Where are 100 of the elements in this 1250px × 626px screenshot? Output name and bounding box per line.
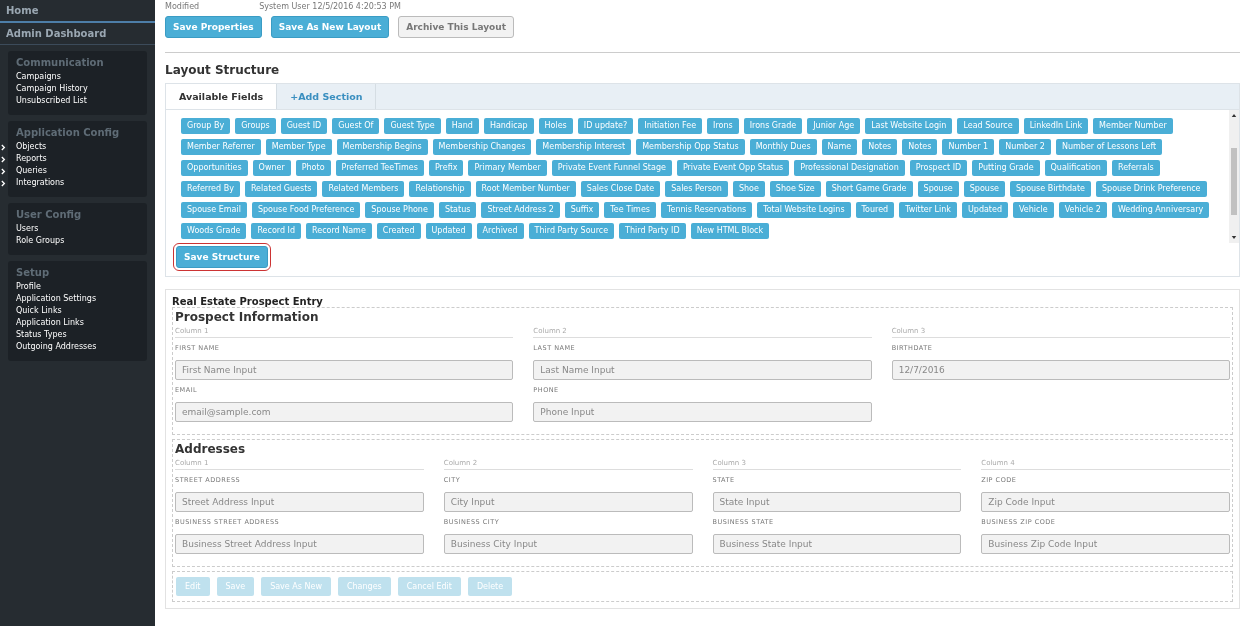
field-chip[interactable]: Sales Close Date: [580, 181, 661, 197]
scrollbar[interactable]: [1229, 110, 1239, 243]
toolbar-button[interactable]: Save As New Layout: [270, 16, 390, 38]
field-chip[interactable]: Related Guests: [244, 181, 318, 197]
field-chip[interactable]: Third Party Source: [528, 223, 615, 239]
field-chip[interactable]: Wedding Anniversary: [1111, 202, 1210, 218]
field-chip[interactable]: Guest Of: [332, 118, 380, 134]
field-chip[interactable]: Group By: [181, 118, 231, 134]
scroll-up-icon[interactable]: [1231, 113, 1237, 118]
tab[interactable]: Available Fields: [166, 84, 278, 109]
toolbar-button[interactable]: Save Properties: [165, 16, 262, 38]
field-chip[interactable]: Updated: [961, 202, 1008, 218]
field-chip[interactable]: Spouse: [917, 181, 959, 197]
field-chip[interactable]: Archived: [476, 223, 524, 239]
field-chip[interactable]: Toured: [855, 202, 895, 218]
field-chip[interactable]: Notes: [862, 139, 898, 155]
field-chip[interactable]: Spouse Birthdate: [1010, 181, 1091, 197]
field-chip[interactable]: Spouse Email: [181, 202, 247, 218]
field-chip[interactable]: Referrals: [1111, 160, 1160, 176]
field-chip[interactable]: Qualification: [1044, 160, 1107, 176]
field-chip[interactable]: ID update?: [577, 118, 634, 134]
field-chip[interactable]: Twitter Link: [899, 202, 957, 218]
field-chip[interactable]: Related Members: [322, 181, 405, 197]
field-chip[interactable]: Junior Age: [807, 118, 861, 134]
field-chip[interactable]: Prospect ID: [909, 160, 968, 176]
field-chip[interactable]: LinkedIn Link: [1023, 118, 1089, 134]
field-chip[interactable]: Spouse: [963, 181, 1005, 197]
field-chip[interactable]: Member Type: [265, 139, 332, 155]
field-chip[interactable]: Hand: [445, 118, 479, 134]
field-chip[interactable]: Member Referrer: [181, 139, 261, 155]
field-chip[interactable]: Suffix: [564, 202, 600, 218]
field-chip[interactable]: Record Name: [306, 223, 372, 239]
field-chip[interactable]: Membership Begins: [336, 139, 428, 155]
field-chip[interactable]: Third Party ID: [619, 223, 686, 239]
field-chip[interactable]: Guest Type: [384, 118, 441, 134]
sidebar-item[interactable]: Campaigns: [16, 71, 61, 83]
field-chip[interactable]: Created: [376, 223, 421, 239]
field-chip[interactable]: Private Event Opp Status: [676, 160, 790, 176]
field-chip[interactable]: Membership Interest: [536, 139, 632, 155]
field-chip[interactable]: Guest ID: [280, 118, 328, 134]
field-chip[interactable]: Membership Opp Status: [636, 139, 745, 155]
sidebar-item[interactable]: Reports: [16, 153, 47, 165]
field-chip[interactable]: Photo: [295, 160, 331, 176]
field-chip[interactable]: Owner: [252, 160, 291, 176]
field-chip[interactable]: Member Number: [1093, 118, 1173, 134]
sidebar-item[interactable]: Campaign History: [16, 83, 88, 95]
field-chip[interactable]: Spouse Food Preference: [251, 202, 361, 218]
field-chip[interactable]: Lead Source: [957, 118, 1019, 134]
field-chip[interactable]: Sales Person: [665, 181, 728, 197]
field-chip[interactable]: Woods Grade: [181, 223, 247, 239]
field-chip[interactable]: Initiation Fee: [638, 118, 703, 134]
field-chip[interactable]: Monthly Dues: [749, 139, 817, 155]
sidebar-item[interactable]: Queries: [16, 165, 47, 177]
field-chip[interactable]: Relationship: [409, 181, 471, 197]
sidebar-item[interactable]: Status Types: [16, 329, 67, 341]
field-chip[interactable]: Irons Grade: [743, 118, 803, 134]
field-chip[interactable]: Referred By: [181, 181, 240, 197]
field-chip[interactable]: Spouse Drink Preference: [1096, 181, 1207, 197]
sidebar-item[interactable]: Quick Links: [16, 305, 62, 317]
field-chip[interactable]: Irons: [707, 118, 739, 134]
field-chip[interactable]: Preferred TeeTimes: [335, 160, 424, 176]
field-chip[interactable]: Holes: [538, 118, 573, 134]
sidebar-item[interactable]: Profile: [16, 281, 41, 293]
field-chip[interactable]: Street Address 2: [481, 202, 560, 218]
sidebar-item[interactable]: Objects: [16, 141, 47, 153]
field-chip[interactable]: Tennis Reservations: [661, 202, 753, 218]
field-chip[interactable]: Spouse Phone: [365, 202, 434, 218]
field-chip[interactable]: Putting Grade: [972, 160, 1040, 176]
sidebar-item[interactable]: Outgoing Addresses: [16, 341, 97, 353]
field-chip[interactable]: Handicap: [483, 118, 534, 134]
field-chip[interactable]: Professional Designation: [794, 160, 905, 176]
field-chip[interactable]: Total Website Logins: [757, 202, 851, 218]
field-chip[interactable]: Primary Member: [468, 160, 547, 176]
field-chip[interactable]: Number 2: [999, 139, 1051, 155]
field-chip[interactable]: Short Game Grade: [825, 181, 913, 197]
field-chip[interactable]: Number of Lessons Left: [1055, 139, 1163, 155]
field-chip[interactable]: Last Website Login: [865, 118, 953, 134]
sidebar-item[interactable]: Role Groups: [16, 235, 65, 247]
field-chip[interactable]: Shoe Size: [769, 181, 821, 197]
sidebar-item[interactable]: Integrations: [16, 177, 65, 189]
toolbar-button[interactable]: Archive This Layout: [398, 16, 514, 38]
save-structure-button[interactable]: Save Structure: [176, 246, 268, 268]
field-chip[interactable]: Opportunities: [181, 160, 248, 176]
field-chip[interactable]: Membership Changes: [432, 139, 532, 155]
field-chip[interactable]: Prefix: [428, 160, 464, 176]
field-chip[interactable]: Tee Times: [604, 202, 656, 218]
sidebar-item[interactable]: Application Settings: [16, 293, 97, 305]
sidebar-item[interactable]: Users: [16, 223, 39, 235]
field-chip[interactable]: Groups: [235, 118, 276, 134]
field-chip[interactable]: Number 1: [942, 139, 995, 155]
sidebar-item[interactable]: Unsubscribed List: [16, 95, 87, 107]
field-chip[interactable]: Root Member Number: [475, 181, 576, 197]
field-chip[interactable]: Shoe: [732, 181, 765, 197]
field-chip[interactable]: New HTML Block: [690, 223, 770, 239]
field-chip[interactable]: Vehicle 2: [1058, 202, 1107, 218]
field-chip[interactable]: Record Id: [251, 223, 302, 239]
field-chip[interactable]: Notes: [902, 139, 938, 155]
scroll-down-icon[interactable]: [1231, 235, 1237, 240]
field-chip[interactable]: Vehicle: [1013, 202, 1054, 218]
field-chip[interactable]: Status: [438, 202, 477, 218]
